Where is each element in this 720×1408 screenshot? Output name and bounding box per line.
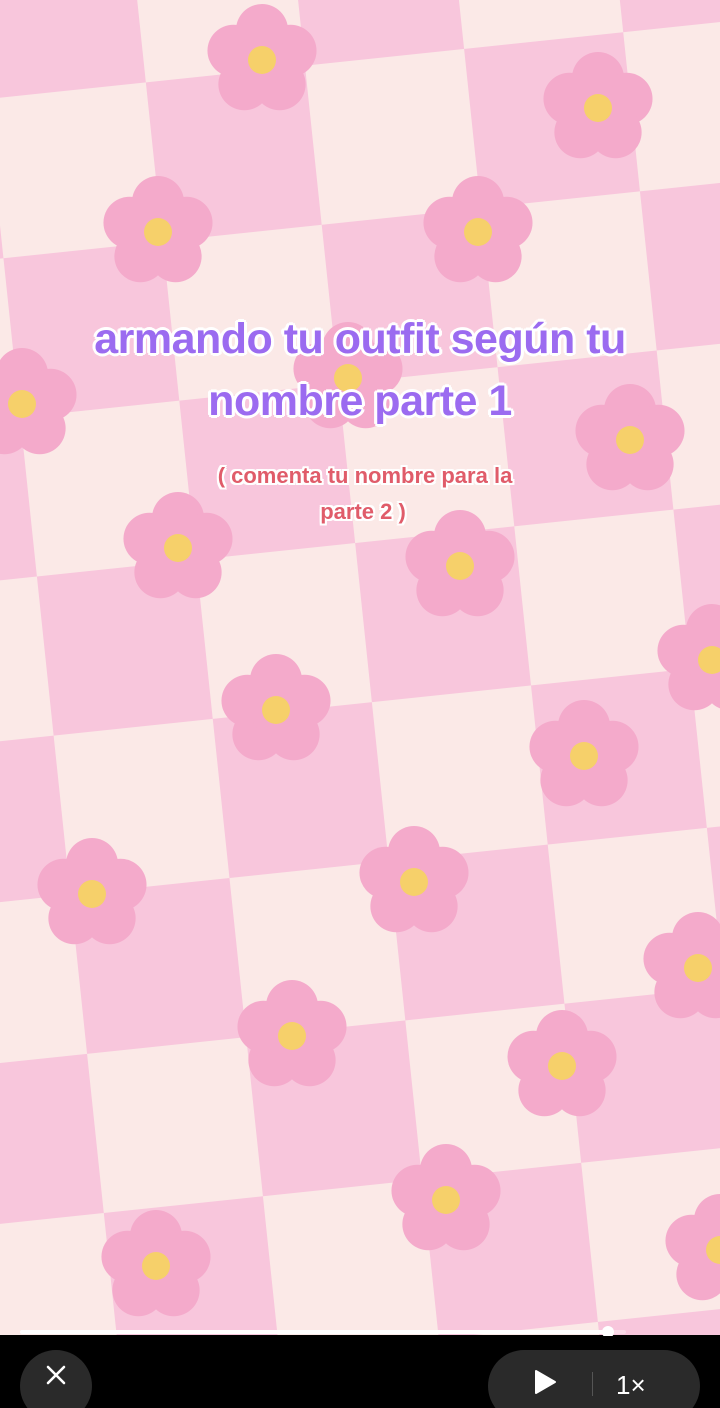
progress-bar[interactable] bbox=[20, 1326, 626, 1338]
close-icon bbox=[46, 1365, 66, 1385]
video-title-overlay: armando tu outfit según tu nombre parte … bbox=[0, 308, 720, 432]
checkered-flower-background bbox=[0, 0, 720, 1335]
playback-controls: 1× bbox=[488, 1350, 700, 1408]
play-button[interactable] bbox=[524, 1362, 564, 1402]
video-frame[interactable]: armando tu outfit según tu nombre parte … bbox=[0, 0, 720, 1335]
player-controls: 1× bbox=[0, 1336, 720, 1408]
title-line-2: nombre parte 1 bbox=[208, 377, 512, 425]
title-line-1: armando tu outfit según tu bbox=[94, 315, 626, 363]
close-button[interactable] bbox=[20, 1350, 92, 1408]
play-icon bbox=[535, 1370, 556, 1394]
subtitle-line-2: parte 2 ) bbox=[320, 499, 406, 524]
controls-divider bbox=[592, 1372, 593, 1396]
progress-fill bbox=[20, 1330, 608, 1334]
video-subtitle-overlay: ( comenta tu nombre para la parte 2 ) bbox=[0, 458, 720, 530]
video-player: armando tu outfit según tu nombre parte … bbox=[0, 0, 720, 1408]
subtitle-line-1: ( comenta tu nombre para la bbox=[217, 463, 513, 488]
playback-speed-button[interactable]: 1× bbox=[616, 1370, 646, 1400]
